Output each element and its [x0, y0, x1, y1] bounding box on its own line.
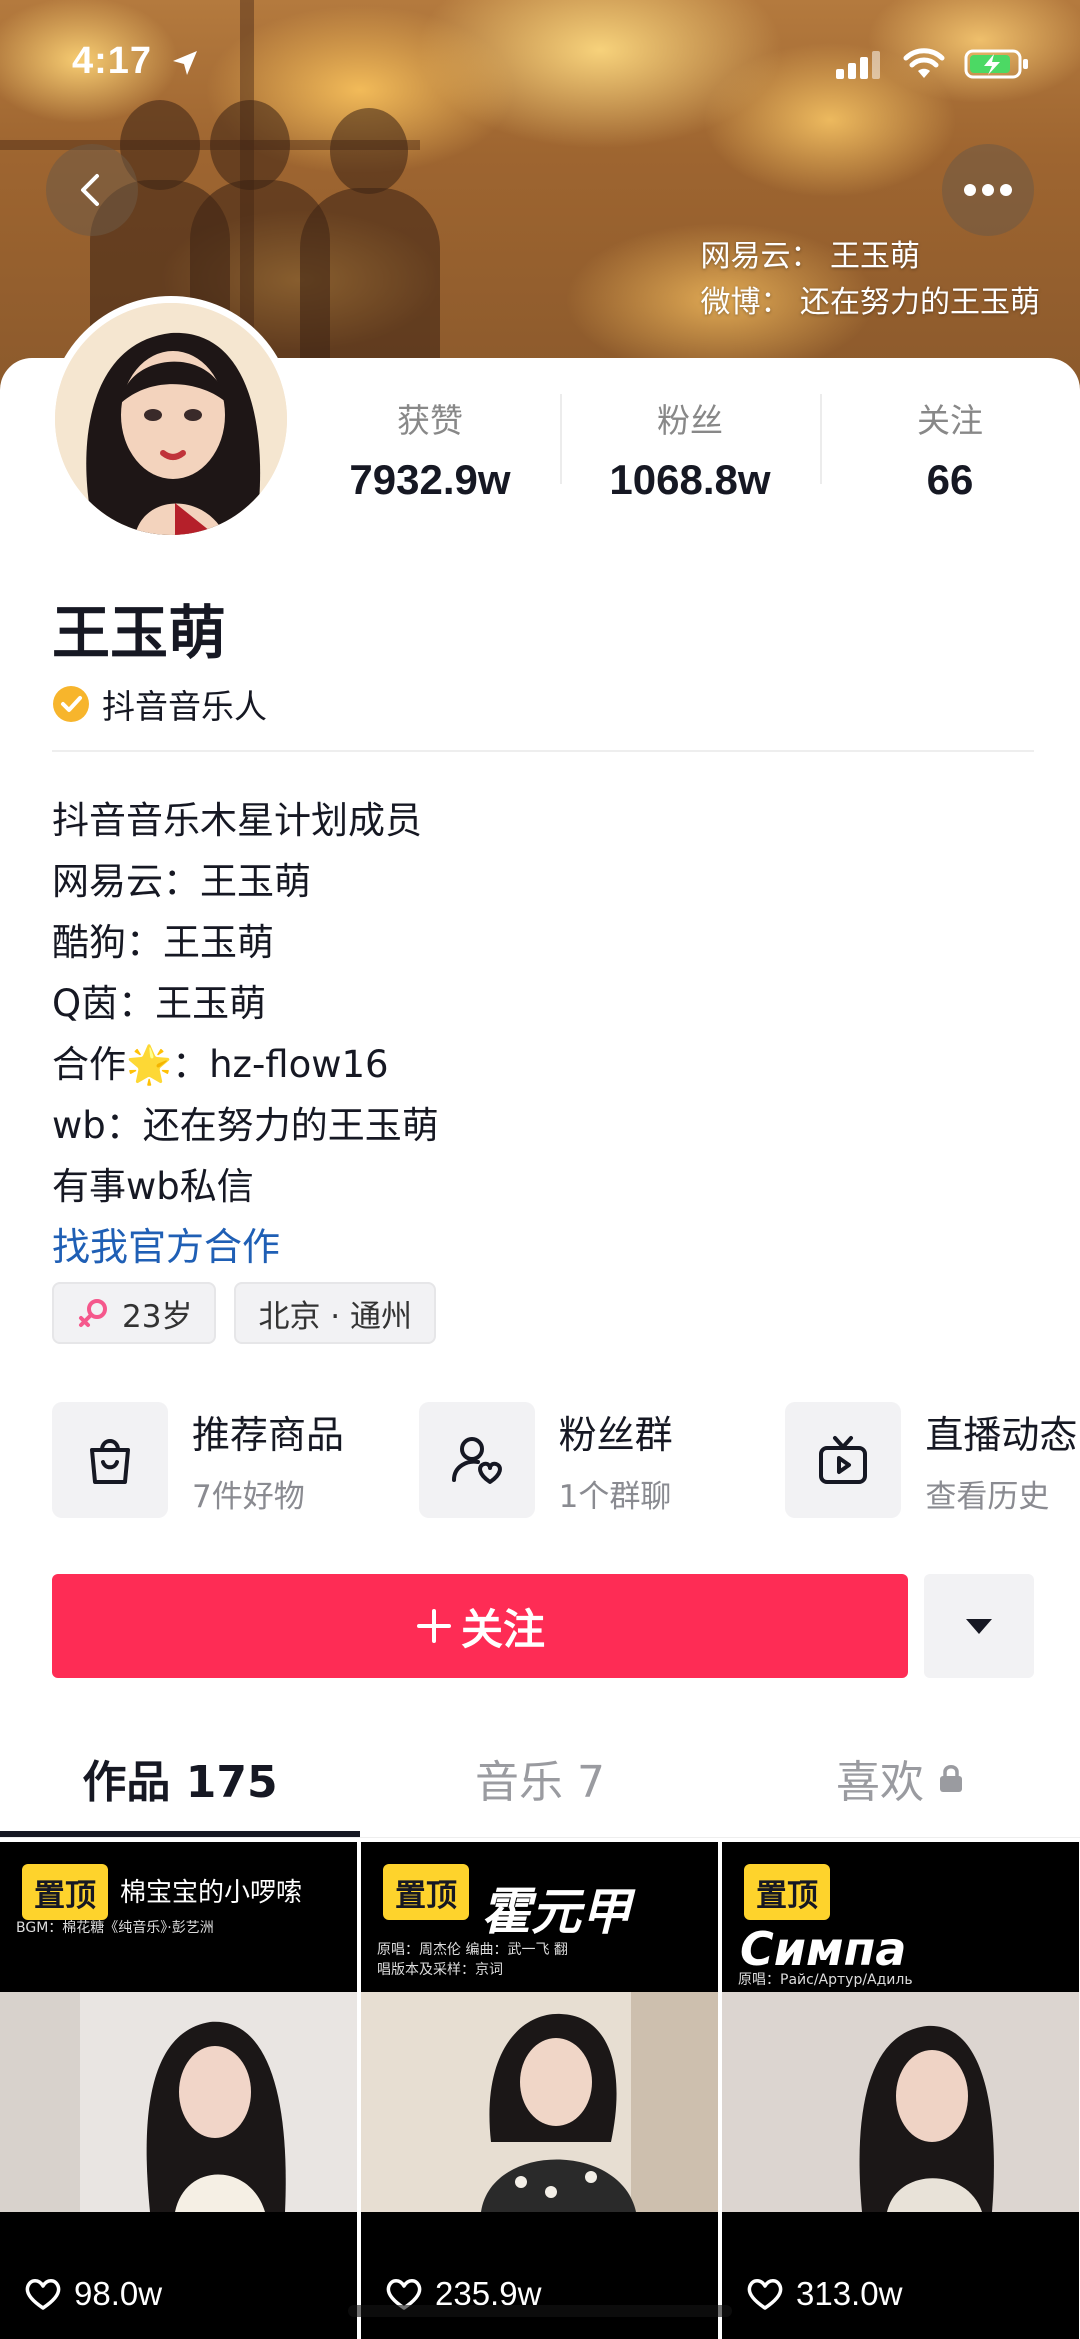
- lock-icon: [940, 1764, 962, 1792]
- tab-likes[interactable]: 喜欢: [720, 1718, 1080, 1837]
- cover-caption-line: 网易云： 王玉萌: [700, 239, 920, 274]
- follow-label: 关注: [460, 1604, 545, 1654]
- video-grid: 棉宝宝的小啰嗦 BGM：棉花糖《纯音乐》·彭艺洲 置顶 98.0w 霍元甲 原唱…: [0, 1842, 1080, 2339]
- stat-label: 获赞: [397, 401, 463, 440]
- stat-followers[interactable]: 粉丝 1068.8w: [560, 388, 820, 508]
- chevron-left-icon: [81, 174, 99, 206]
- feature-shortcuts: 推荐商品 7件好物 粉丝群 1个群聊 直播动态 查看历史: [52, 1402, 1080, 1518]
- home-indicator[interactable]: [348, 2305, 732, 2317]
- status-time: 4:17: [72, 40, 153, 82]
- tab-music[interactable]: 音乐 7: [360, 1718, 720, 1837]
- bio-line: 有事wb私信: [52, 1165, 254, 1208]
- feature-subtitle: 7件好物: [192, 1479, 305, 1515]
- plus-icon: [416, 1609, 451, 1643]
- stat-value: 66: [926, 456, 974, 503]
- tab-label: 音乐 7: [475, 1756, 605, 1808]
- location-tag: 北京 · 通州: [234, 1282, 437, 1344]
- feature-recommended-products[interactable]: 推荐商品 7件好物: [52, 1402, 419, 1518]
- stat-label: 粉丝: [657, 401, 723, 440]
- video-photo: [722, 1992, 1079, 2212]
- stat-label: 关注: [917, 401, 983, 440]
- follow-button[interactable]: 关注: [52, 1574, 908, 1678]
- video-subtitle: 原唱：周杰伦 编曲：武一飞 翻唱版本及采样：京词: [377, 1942, 568, 1978]
- video-title: 棉宝宝的小啰嗦: [120, 1878, 303, 1908]
- verification-badge: 抖音音乐人: [52, 680, 267, 728]
- stat-following[interactable]: 关注 66: [820, 388, 1080, 508]
- heart-icon: [25, 2279, 61, 2310]
- pinned-badge: 置顶: [383, 1864, 469, 1920]
- bio-line: wb：还在努力的王玉萌: [52, 1104, 439, 1147]
- bio-line: 抖音音乐木星计划成员: [52, 799, 422, 842]
- official-cooperation-link[interactable]: 找我官方合作: [52, 1216, 280, 1271]
- bio-line: 网易云：王玉萌: [52, 860, 311, 903]
- more-dots-icon: [964, 184, 1012, 196]
- video-subtitle: 原唱：Райс/Артур/Адиль: [738, 1972, 913, 1988]
- signal-icon: [836, 51, 880, 79]
- likes-count: 313.0w: [796, 2275, 903, 2312]
- stat-likes[interactable]: 获赞 7932.9w: [300, 388, 560, 508]
- feature-fan-group[interactable]: 粉丝群 1个群聊: [418, 1402, 786, 1518]
- feature-subtitle: 1个群聊: [558, 1479, 672, 1515]
- female-gender-icon: [79, 1299, 107, 1327]
- feature-live-history[interactable]: 直播动态 查看历史: [785, 1402, 1080, 1518]
- location-arrow-icon: [173, 51, 197, 75]
- stat-value: 7932.9w: [349, 456, 511, 503]
- feature-title: 推荐商品: [192, 1413, 345, 1457]
- bio: 抖音音乐木星计划成员 网易云：王玉萌 酷狗：王玉萌 Q茵：王玉萌 合作🌟：hz-…: [52, 790, 439, 1217]
- fan-group-icon: [451, 1437, 502, 1484]
- age-tag: 23岁: [52, 1282, 217, 1344]
- video-title: Симпа: [740, 1922, 907, 1976]
- bio-line: Q茵：王玉萌: [52, 982, 267, 1025]
- video-title: 霍元甲: [481, 1883, 631, 1941]
- pinned-badge: 置顶: [744, 1864, 830, 1920]
- video-thumbnail[interactable]: 棉宝宝的小啰嗦 BGM：棉花糖《纯音乐》·彭艺洲 置顶 98.0w: [0, 1842, 357, 2339]
- content-tabs: 作品 175 音乐 7 喜欢: [0, 1718, 1080, 1838]
- tab-works[interactable]: 作品 175: [0, 1718, 360, 1837]
- video-thumbnail[interactable]: 霍元甲 原唱：周杰伦 编曲：武一飞 翻唱版本及采样：京词 置顶 235.9w: [361, 1842, 718, 2339]
- bio-line: 合作🌟：hz-flow16: [52, 1043, 389, 1086]
- live-tv-icon: [819, 1436, 868, 1484]
- age-label: 23岁: [122, 1298, 193, 1335]
- likes-count: 98.0w: [74, 2275, 163, 2312]
- caret-down-icon: [966, 1619, 992, 1634]
- profile-stats: 获赞 7932.9w 粉丝 1068.8w 关注 66: [300, 388, 1080, 508]
- battery-icon: [964, 49, 1028, 79]
- more-options-button[interactable]: [942, 144, 1034, 236]
- video-subtitle: BGM：棉花糖《纯音乐》·彭艺洲: [16, 1920, 214, 1936]
- cover-caption: 网易云： 王玉萌 微博： 还在努力的王玉萌: [700, 234, 1040, 326]
- tab-label: 作品 175: [82, 1756, 278, 1808]
- video-photo: [0, 1992, 357, 2212]
- pinned-badge: 置顶: [22, 1864, 108, 1920]
- status-bar: 4:17: [0, 0, 1080, 130]
- divider: [52, 750, 1034, 752]
- avatar[interactable]: [48, 296, 294, 542]
- shopping-bag-icon: [90, 1439, 130, 1484]
- verified-check-icon: [53, 686, 89, 722]
- stat-value: 1068.8w: [609, 456, 771, 503]
- avatar-illustration-icon: [55, 303, 287, 535]
- verification-label: 抖音音乐人: [102, 687, 267, 726]
- bio-line: 酷狗：王玉萌: [52, 921, 274, 964]
- location-label: 北京 · 通州: [258, 1298, 413, 1335]
- video-likes: 98.0w: [24, 2275, 162, 2313]
- profile-tags: 23岁 北京 · 通州: [52, 1282, 437, 1344]
- feature-title: 粉丝群: [558, 1413, 673, 1457]
- back-button[interactable]: [46, 144, 138, 236]
- profile-name: 王玉萌: [52, 599, 227, 667]
- video-photo: [361, 1992, 718, 2212]
- tab-label: 喜欢: [836, 1756, 924, 1808]
- wifi-icon: [903, 48, 945, 78]
- video-likes: 313.0w: [746, 2275, 902, 2313]
- recommend-dropdown-button[interactable]: [924, 1574, 1034, 1678]
- feature-title: 直播动态: [925, 1413, 1078, 1457]
- video-thumbnail[interactable]: Симпа 原唱：Райс/Артур/Адиль 置顶 313.0w: [722, 1842, 1079, 2339]
- heart-icon: [747, 2279, 783, 2310]
- feature-subtitle: 查看历史: [925, 1479, 1050, 1515]
- cover-caption-line: 微博： 还在努力的王玉萌: [700, 285, 1040, 320]
